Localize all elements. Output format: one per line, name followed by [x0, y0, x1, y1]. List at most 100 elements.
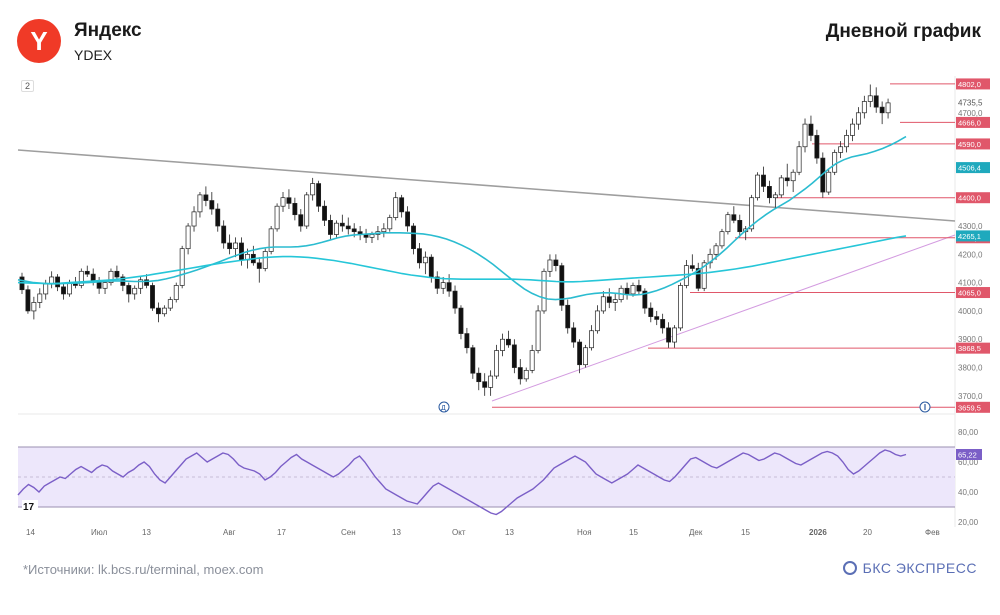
candle-up — [855, 112, 861, 125]
candle-up — [387, 217, 393, 230]
candle-down — [25, 289, 31, 312]
candle-down — [126, 285, 132, 295]
price-level-label: 4666,0 — [958, 118, 981, 127]
candle-down — [61, 286, 66, 295]
candle-up — [161, 307, 167, 315]
price-tick-label: 4100,0 — [958, 279, 983, 288]
candle-up — [304, 194, 310, 227]
candle-down — [84, 270, 90, 275]
candle-up — [500, 338, 505, 351]
candle-up — [529, 350, 535, 371]
candle-up — [826, 171, 832, 193]
candle-down — [227, 242, 233, 250]
candle-up — [755, 174, 760, 199]
candle-up — [725, 214, 731, 233]
moving-average-slow — [17, 235, 907, 285]
candle-up — [838, 146, 844, 153]
candle-down — [648, 307, 654, 317]
candle-up — [274, 205, 280, 230]
candle-down — [446, 282, 452, 292]
candle-down — [417, 248, 422, 264]
candle-down — [292, 203, 298, 216]
time-tick-label: Окт — [452, 528, 466, 537]
rsi-tick-label: 80,00 — [958, 428, 979, 437]
price-tick-label: 4700,0 — [958, 109, 983, 118]
price-tick-label: 4000,0 — [958, 307, 983, 316]
price-tick-label: 4200,0 — [958, 250, 983, 259]
candle-down — [873, 95, 879, 108]
candle-up — [191, 211, 197, 227]
candle-up — [179, 248, 185, 286]
candle-down — [470, 347, 476, 374]
candle-up — [790, 171, 796, 182]
candle-up — [262, 251, 268, 269]
interval-selector[interactable]: 2 — [21, 80, 35, 92]
brand-logo: БКС ЭКСПРЕСС — [842, 560, 977, 576]
candle-up — [583, 347, 588, 366]
candle-up — [772, 194, 778, 199]
candle-up — [440, 282, 446, 289]
candle-up — [173, 285, 179, 300]
candle-up — [796, 146, 802, 173]
candle-up — [612, 299, 618, 303]
time-tick-label: 15 — [741, 528, 750, 537]
candle-down — [553, 259, 559, 266]
candle-up — [867, 95, 873, 102]
candle-up — [280, 197, 286, 207]
candle-up — [719, 231, 725, 247]
candle-up — [369, 234, 375, 238]
candle-down — [814, 135, 820, 159]
candle-down — [511, 344, 517, 368]
candle-up — [102, 282, 108, 289]
ma-value-label: 4506,4 — [958, 164, 981, 173]
candle-down — [405, 211, 411, 227]
candle-down — [452, 290, 458, 309]
candle-up — [233, 242, 238, 250]
candle-up — [885, 102, 891, 114]
price-chart: 4700,04400,04300,04200,04100,04000,03900… — [17, 76, 990, 537]
candle-down — [286, 197, 292, 204]
candle-down — [636, 285, 642, 292]
candle-down — [660, 319, 666, 329]
candle-up — [333, 222, 339, 235]
time-tick-label: Авг — [223, 528, 236, 537]
tradingview-logo-mark: 17 — [23, 502, 35, 513]
candle-up — [713, 245, 719, 255]
candle-up — [589, 330, 594, 349]
time-tick-label: Ноя — [577, 528, 592, 537]
price-level-label: 3868,5 — [958, 344, 981, 353]
candle-up — [37, 293, 43, 303]
candle-down — [256, 262, 262, 269]
candle-up — [197, 194, 203, 213]
price-level-label: 4802,0 — [958, 80, 981, 89]
ma-value-label: 4265,1 — [958, 232, 981, 241]
candle-up — [850, 123, 855, 136]
time-tick-label: Дек — [689, 528, 703, 537]
candle-up — [541, 270, 547, 312]
candle-up — [67, 282, 72, 295]
candle-up — [672, 327, 677, 343]
candle-down — [624, 287, 630, 295]
candle-down — [345, 225, 351, 230]
candle-up — [523, 370, 529, 380]
candle-up — [381, 228, 387, 233]
candle-up — [185, 225, 191, 250]
candle-down — [737, 220, 743, 233]
candle-down — [571, 327, 577, 343]
candle-up — [31, 302, 37, 312]
candle-up — [802, 123, 808, 148]
candle-down — [731, 214, 737, 221]
candle-up — [43, 283, 49, 295]
candle-up — [132, 287, 138, 295]
price-tick-label: 3700,0 — [958, 392, 983, 401]
candle-down — [689, 265, 695, 269]
descending-trendline — [17, 149, 956, 222]
time-tick-label: 15 — [629, 528, 638, 537]
candle-down — [458, 307, 464, 334]
candle-down — [476, 372, 482, 383]
time-tick-label: 13 — [142, 528, 151, 537]
last-price-label: 4735,5 — [958, 99, 983, 108]
candle-down — [239, 242, 244, 261]
candle-up — [167, 299, 173, 309]
candle-down — [505, 338, 511, 346]
